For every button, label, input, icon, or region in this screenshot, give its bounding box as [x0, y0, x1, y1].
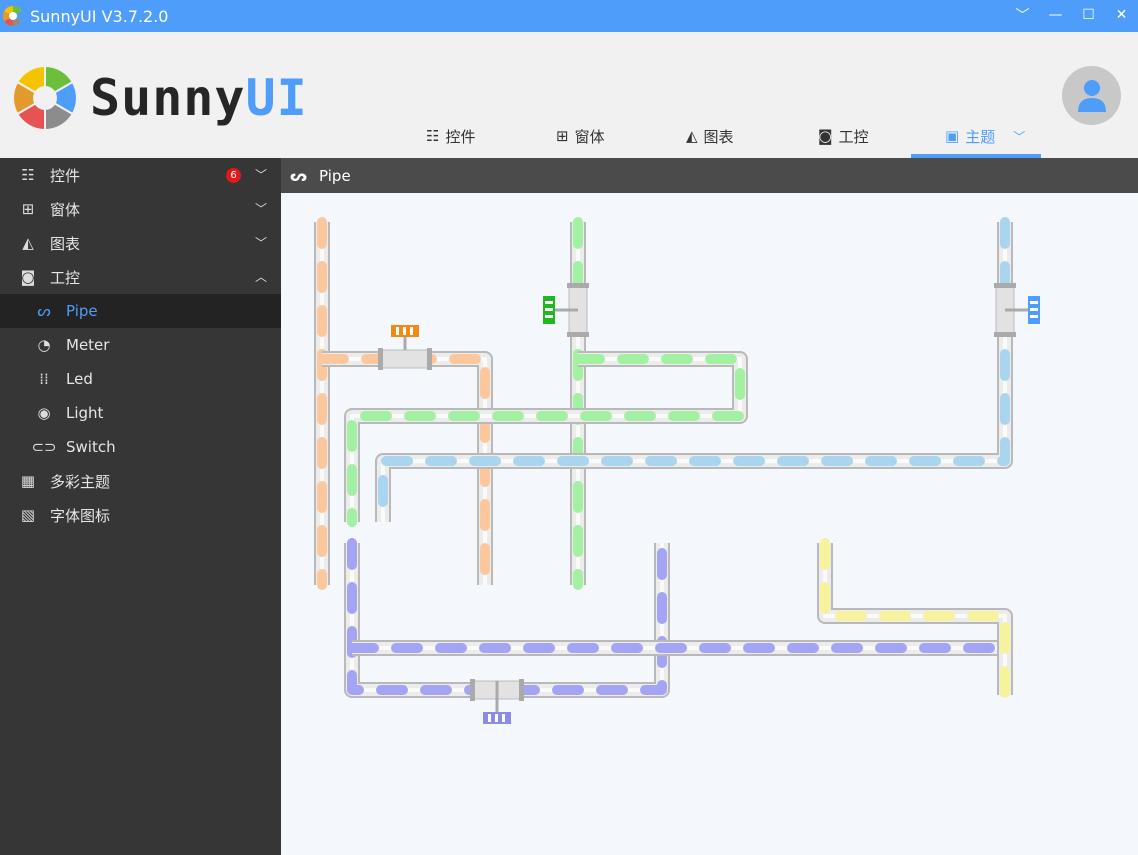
sidebar-item-charts[interactable]: ◭ 图表 ﹀ [0, 226, 281, 260]
toggle-icon: ⊂⊃ [31, 438, 57, 456]
sidebar-item-pipe[interactable]: ᔕ Pipe [0, 294, 281, 328]
valve-handle-icon [483, 712, 511, 724]
chevron-down-icon: ﹀ [254, 236, 267, 250]
list-icon: ☷ [426, 127, 440, 145]
sidebar: ☷ 控件 6 ﹀ ⊞ 窗体 ﹀ ◭ 图表 ﹀ ◙ 工控 ︿ ᔕ Pipe ◔ Meter ⁞⁞ Led … [0, 158, 281, 855]
window-title: SunnyUI V3.7.2.0 [30, 6, 169, 26]
pipe-canvas [281, 193, 1138, 855]
green-pipe-loop [344, 351, 748, 527]
purple-pipe-loop [344, 538, 670, 698]
windows-icon: ⊞ [21, 200, 35, 218]
sidebar-item-forms[interactable]: ⊞ 窗体 ﹀ [0, 192, 281, 226]
chevron-down-icon: ﹀ [1013, 129, 1026, 144]
sidebar-item-meter[interactable]: ◔ Meter [0, 328, 281, 362]
sidebar-item-led[interactable]: ⁞⁞ Led [0, 362, 281, 396]
tab-charts[interactable]: ◭ 图表 [676, 114, 744, 158]
minimize-button[interactable]: — [1039, 0, 1072, 30]
area-chart-icon: ◭ [686, 127, 698, 145]
close-button[interactable]: ✕ [1105, 0, 1138, 30]
valve-handle-icon [543, 296, 555, 324]
page-title: Pipe [319, 166, 351, 185]
area-chart-icon: ◭ [22, 234, 34, 252]
tab-forms[interactable]: ⊞ 窗体 [546, 114, 615, 158]
gauge-icon: ◔ [37, 336, 51, 354]
scale-icon: ◙ [20, 268, 36, 286]
sidebar-item-light[interactable]: ◉ Light [0, 396, 281, 430]
sidebar-item-controls[interactable]: ☷ 控件 6 ﹀ [0, 158, 281, 192]
pipe-icon: ᔕ [37, 302, 51, 320]
sidebar-item-color-themes[interactable]: ▦ 多彩主题 [0, 464, 281, 498]
pipe-icon: ᔕ [290, 166, 308, 185]
windows-icon: ⊞ [556, 127, 569, 145]
sidebar-item-switch[interactable]: ⊂⊃ Switch [0, 430, 281, 464]
chevron-up-icon: ︿ [254, 270, 267, 284]
tab-theme[interactable]: ▣ 主题 ﹀ [911, 114, 1041, 158]
blue-pipe [375, 217, 1013, 527]
sidebar-item-industrial[interactable]: ◙ 工控 ︿ [0, 260, 281, 294]
scale-icon: ◙ [818, 127, 833, 145]
purple-valve[interactable] [470, 679, 524, 724]
header: SunnyUI ☷ 控件 ⊞ 窗体 ◭ 图表 ◙ 工控 ▣ 主题 ﹀ [0, 32, 1138, 158]
dropdown-button[interactable]: ﹀ [1006, 0, 1039, 30]
images-icon: ▧ [20, 506, 36, 524]
blue-valve[interactable] [994, 283, 1040, 337]
tab-controls[interactable]: ☷ 控件 [416, 114, 485, 158]
avatar[interactable] [1062, 66, 1121, 125]
clapperboard-icon: ▦ [20, 472, 36, 490]
title-bar: SunnyUI V3.7.2.0 ﹀ — ☐ ✕ [0, 0, 1138, 32]
orange-valve[interactable] [378, 325, 432, 370]
count-badge: 6 [226, 168, 241, 183]
green-valve[interactable] [543, 283, 589, 337]
dot-grid-icon: ⁞⁞ [39, 370, 49, 388]
disc-icon: ◉ [37, 404, 51, 422]
tab-industrial[interactable]: ◙ 工控 [808, 114, 879, 158]
list-icon: ☷ [21, 166, 35, 184]
app-logo-icon [2, 5, 24, 27]
maximize-button[interactable]: ☐ [1072, 0, 1105, 30]
chevron-down-icon: ﹀ [254, 202, 267, 216]
chevron-down-icon: ﹀ [254, 168, 267, 182]
yellow-pipe [817, 538, 1013, 700]
user-icon [1077, 79, 1106, 112]
sidebar-item-font-icons[interactable]: ▧ 字体图标 [0, 498, 281, 532]
image-icon: ▣ [945, 127, 960, 145]
pipe-diagram [314, 217, 1040, 724]
content-header: ᔕ Pipe [281, 158, 1138, 193]
valve-handle-icon [1028, 296, 1040, 324]
valve-handle-icon [391, 325, 419, 337]
